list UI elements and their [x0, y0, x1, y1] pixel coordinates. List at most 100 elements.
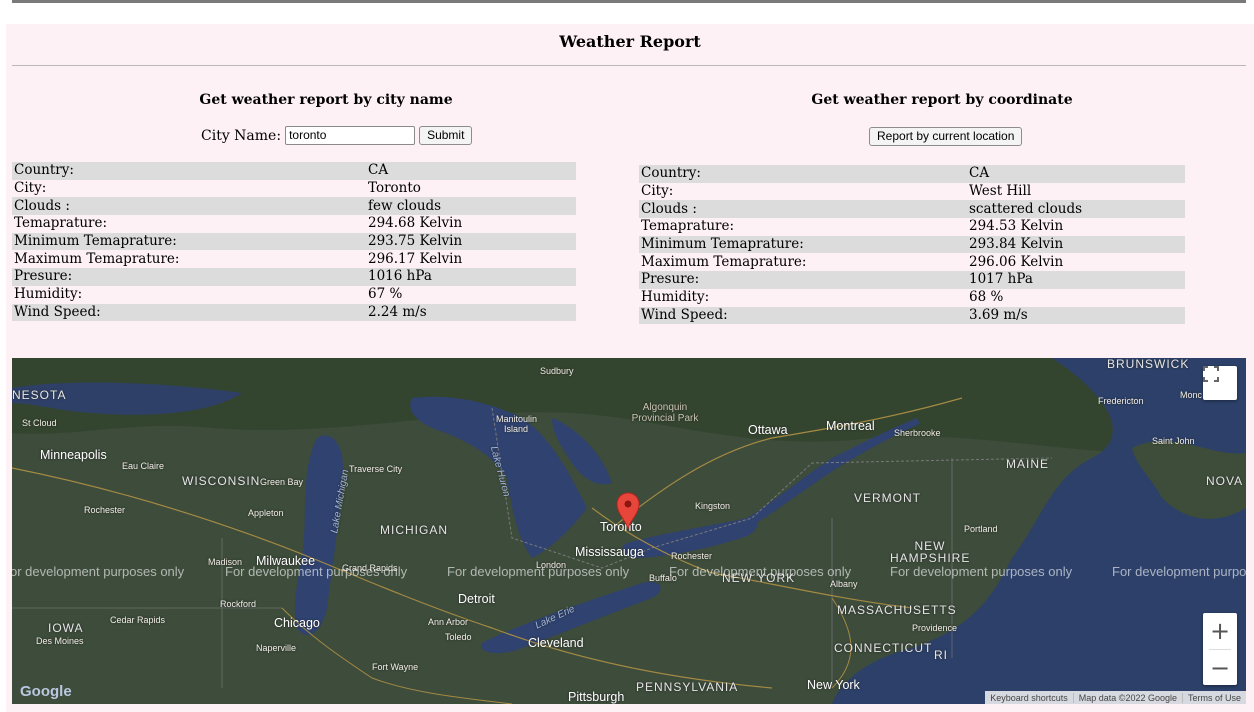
label-fort-wayne: Fort Wayne	[372, 662, 419, 672]
table-row: Humidity: 68 %	[639, 288, 1185, 307]
row-label: Presure:	[639, 271, 967, 289]
row-label: Temaprature:	[12, 215, 366, 233]
row-value: 293.75 Kelvin	[366, 232, 576, 251]
table-row: City: Toronto	[12, 179, 576, 198]
label-manitoulin: Manitoulin Island	[496, 414, 538, 434]
label-cedar-rapids: Cedar Rapids	[110, 615, 166, 625]
page-title: Weather Report	[559, 32, 701, 51]
table-row: Temaprature: 294.53 Kelvin	[639, 218, 1185, 236]
row-value: 67 %	[366, 285, 576, 304]
table-row: Presure: 1016 hPa	[12, 268, 576, 286]
label-algonquin: Algonquin Provincial Park	[631, 402, 699, 424]
dev-watermark: For development purpo	[1112, 564, 1246, 579]
row-value: 296.06 Kelvin	[967, 253, 1185, 272]
label-brunswick: BRUNSWICK	[1107, 358, 1190, 371]
report-current-location-button[interactable]: Report by current location	[869, 127, 1023, 146]
city-name-label: City Name:	[201, 127, 282, 144]
label-kingston: Kingston	[695, 501, 731, 511]
row-value: CA	[967, 165, 1185, 183]
label-pennsylvania: PENNSYLVANIA	[636, 680, 739, 694]
table-row: Maximum Temaprature: 296.06 Kelvin	[639, 253, 1185, 272]
fullscreen-button[interactable]	[1203, 366, 1237, 400]
row-value: few clouds	[366, 197, 576, 216]
row-label: Maximum Temaprature:	[639, 253, 967, 272]
row-value: 3.69 m/s	[967, 306, 1185, 325]
table-row: Wind Speed: 3.69 m/s	[639, 306, 1185, 325]
dev-watermark: or development purposes only	[12, 564, 185, 579]
dev-watermark: For development purposes only	[225, 564, 408, 579]
row-label: Minimum Temaprature:	[12, 232, 366, 251]
table-row: Wind Speed: 2.24 m/s	[12, 303, 576, 322]
label-st-cloud: St Cloud	[22, 418, 57, 428]
label-rochester-ny: Rochester	[671, 551, 713, 561]
google-logo[interactable]: Google	[20, 683, 72, 700]
label-albany: Albany	[830, 579, 858, 589]
label-portland: Portland	[964, 524, 998, 534]
label-providence: Providence	[912, 623, 958, 633]
label-montreal: Montreal	[826, 419, 875, 433]
label-rochester-mn: Rochester	[84, 505, 126, 515]
label-moncton: Monc	[1180, 390, 1203, 400]
coord-section-heading: Get weather report by coordinate	[811, 92, 1073, 108]
keyboard-shortcuts-link[interactable]: Keyboard shortcuts	[985, 693, 1073, 703]
row-value: 294.53 Kelvin	[967, 218, 1185, 236]
label-rockford: Rockford	[220, 599, 257, 609]
row-value: 293.84 Kelvin	[967, 235, 1185, 254]
row-value: 294.68 Kelvin	[366, 215, 576, 233]
dev-watermark: For development purposes only	[890, 564, 1073, 579]
row-label: Temaprature:	[639, 218, 967, 236]
label-pittsburgh: Pittsburgh	[568, 690, 625, 704]
row-value: Toronto	[366, 179, 576, 198]
city-weather-table: Country: CA City: Toronto Clouds : few clouds…	[12, 162, 576, 322]
dev-watermark: For development purposes only	[669, 564, 852, 579]
label-naperville: Naperville	[256, 643, 297, 653]
label-sudbury: Sudbury	[540, 366, 574, 376]
label-massachusetts: MASSACHUSETTS	[837, 603, 957, 617]
coord-weather-table: Country: CA City: West Hill Clouds : scattere…	[639, 165, 1185, 325]
table-row: Clouds : few clouds	[12, 197, 576, 216]
zoom-in-button[interactable]: +	[1203, 613, 1237, 649]
row-value: scattered clouds	[967, 200, 1185, 219]
city-name-input[interactable]: toronto	[285, 126, 416, 145]
map-attribution: Keyboard shortcuts Map data ©2022 Google…	[985, 691, 1246, 704]
fullscreen-icon	[1203, 366, 1219, 382]
city-form: City Name: toronto Submit	[201, 126, 473, 145]
top-strip	[12, 0, 1246, 3]
table-row: Minimum Temaprature: 293.75 Kelvin	[12, 232, 576, 251]
row-label: Humidity:	[12, 285, 366, 304]
label-sherbrooke: Sherbrooke	[894, 428, 941, 438]
label-toledo: Toledo	[445, 632, 472, 642]
table-row: Maximum Temaprature: 296.17 Kelvin	[12, 250, 576, 269]
table-row: Minimum Temaprature: 293.84 Kelvin	[639, 235, 1185, 254]
row-label: Wind Speed:	[12, 303, 366, 322]
row-label: Clouds :	[639, 200, 967, 219]
row-value: 2.24 m/s	[366, 303, 576, 322]
zoom-controls: + −	[1203, 613, 1237, 685]
label-connecticut: CONNECTICUT	[834, 641, 933, 655]
terms-of-use-link[interactable]: Terms of Use	[1181, 692, 1246, 703]
label-traverse-city: Traverse City	[349, 464, 403, 474]
label-maine: MAINE	[1006, 457, 1050, 471]
label-cleveland: Cleveland	[528, 636, 584, 650]
label-iowa: IOWA	[48, 621, 84, 635]
zoom-out-button[interactable]: −	[1203, 650, 1237, 686]
label-green-bay: Green Bay	[260, 477, 304, 487]
label-minneapolis: Minneapolis	[40, 448, 107, 462]
submit-button[interactable]: Submit	[419, 126, 473, 145]
map-data-text: Map data ©2022 Google	[1072, 692, 1182, 703]
label-vermont: VERMONT	[854, 491, 921, 505]
map[interactable]: BRUNSWICK NESOTA St Cloud Minneapolis Ea…	[12, 358, 1246, 704]
row-label: Maximum Temaprature:	[12, 250, 366, 269]
row-label: Country:	[639, 165, 967, 183]
label-chicago: Chicago	[274, 616, 320, 630]
label-ottawa: Ottawa	[748, 423, 788, 437]
row-label: Presure:	[12, 268, 366, 286]
label-ri: RI	[934, 648, 948, 662]
row-value: 1016 hPa	[366, 268, 576, 286]
label-detroit: Detroit	[458, 592, 495, 606]
label-saint-john: Saint John	[1152, 436, 1195, 446]
label-fredericton: Fredericton	[1098, 396, 1144, 406]
label-nesota: NESOTA	[12, 388, 67, 402]
row-value: West Hill	[967, 182, 1185, 201]
dev-watermark: For development purposes only	[447, 564, 630, 579]
